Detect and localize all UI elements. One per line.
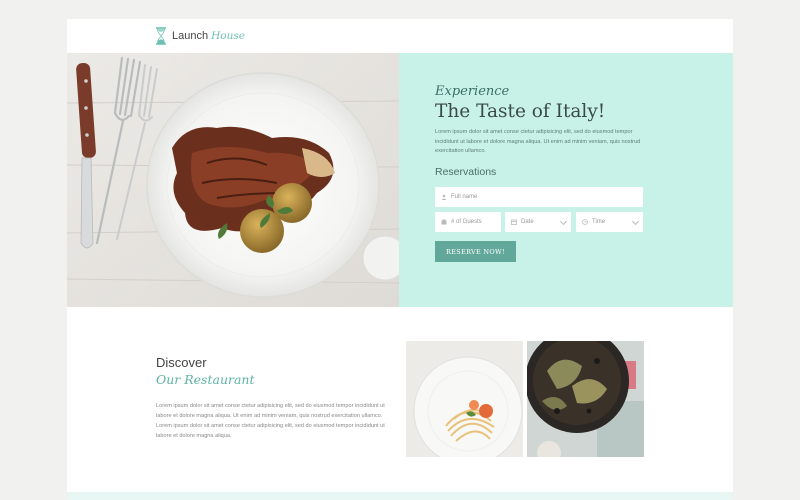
guests-select[interactable]: # of Guests xyxy=(435,212,501,232)
page-container: Launch House Experience The Taste of Ita… xyxy=(67,19,733,500)
hourglass-icon[interactable] xyxy=(155,27,167,45)
chevron-down-icon xyxy=(559,217,568,226)
time-select[interactable]: Time xyxy=(576,212,643,232)
hero-kicker: Experience xyxy=(435,84,510,99)
artichoke-dish-image xyxy=(527,341,644,457)
user-icon xyxy=(441,194,447,200)
footer-strip xyxy=(67,492,733,500)
date-select[interactable]: Date xyxy=(505,212,571,232)
guests-placeholder: # of Guests xyxy=(451,219,482,225)
brand-accent: House xyxy=(211,30,245,42)
guests-icon xyxy=(441,219,447,225)
reservation-panel: Experience The Taste of Italy! Lorem ips… xyxy=(399,53,733,307)
hero-section: Experience The Taste of Italy! Lorem ips… xyxy=(67,53,733,307)
date-placeholder: Date xyxy=(521,219,534,225)
chevron-down-icon xyxy=(631,217,640,226)
reservations-label: Reservations xyxy=(435,166,497,178)
brand-name: Launch xyxy=(172,30,209,42)
full-name-field[interactable]: Full name xyxy=(435,187,643,207)
brand-logo[interactable]: Launch House xyxy=(172,30,245,42)
calendar-icon xyxy=(511,219,517,225)
pasta-dish-image xyxy=(406,341,523,457)
hero-lead-text: Lorem ipsum dolor sit amet conse ctetur … xyxy=(435,129,641,154)
site-header: Launch House xyxy=(67,19,733,53)
full-name-placeholder: Full name xyxy=(451,194,478,200)
reserve-now-button[interactable]: RESERVE NOW! xyxy=(435,241,516,262)
hero-steak-image xyxy=(67,53,399,307)
discover-title: Discover xyxy=(156,355,207,370)
hero-title: The Taste of Italy! xyxy=(435,101,606,122)
discover-text: Lorem ipsum dolor sit amet conse ctetur … xyxy=(156,403,385,439)
time-placeholder: Time xyxy=(592,219,606,225)
clock-icon xyxy=(582,219,588,225)
discover-subtitle: Our Restaurant xyxy=(156,372,255,387)
